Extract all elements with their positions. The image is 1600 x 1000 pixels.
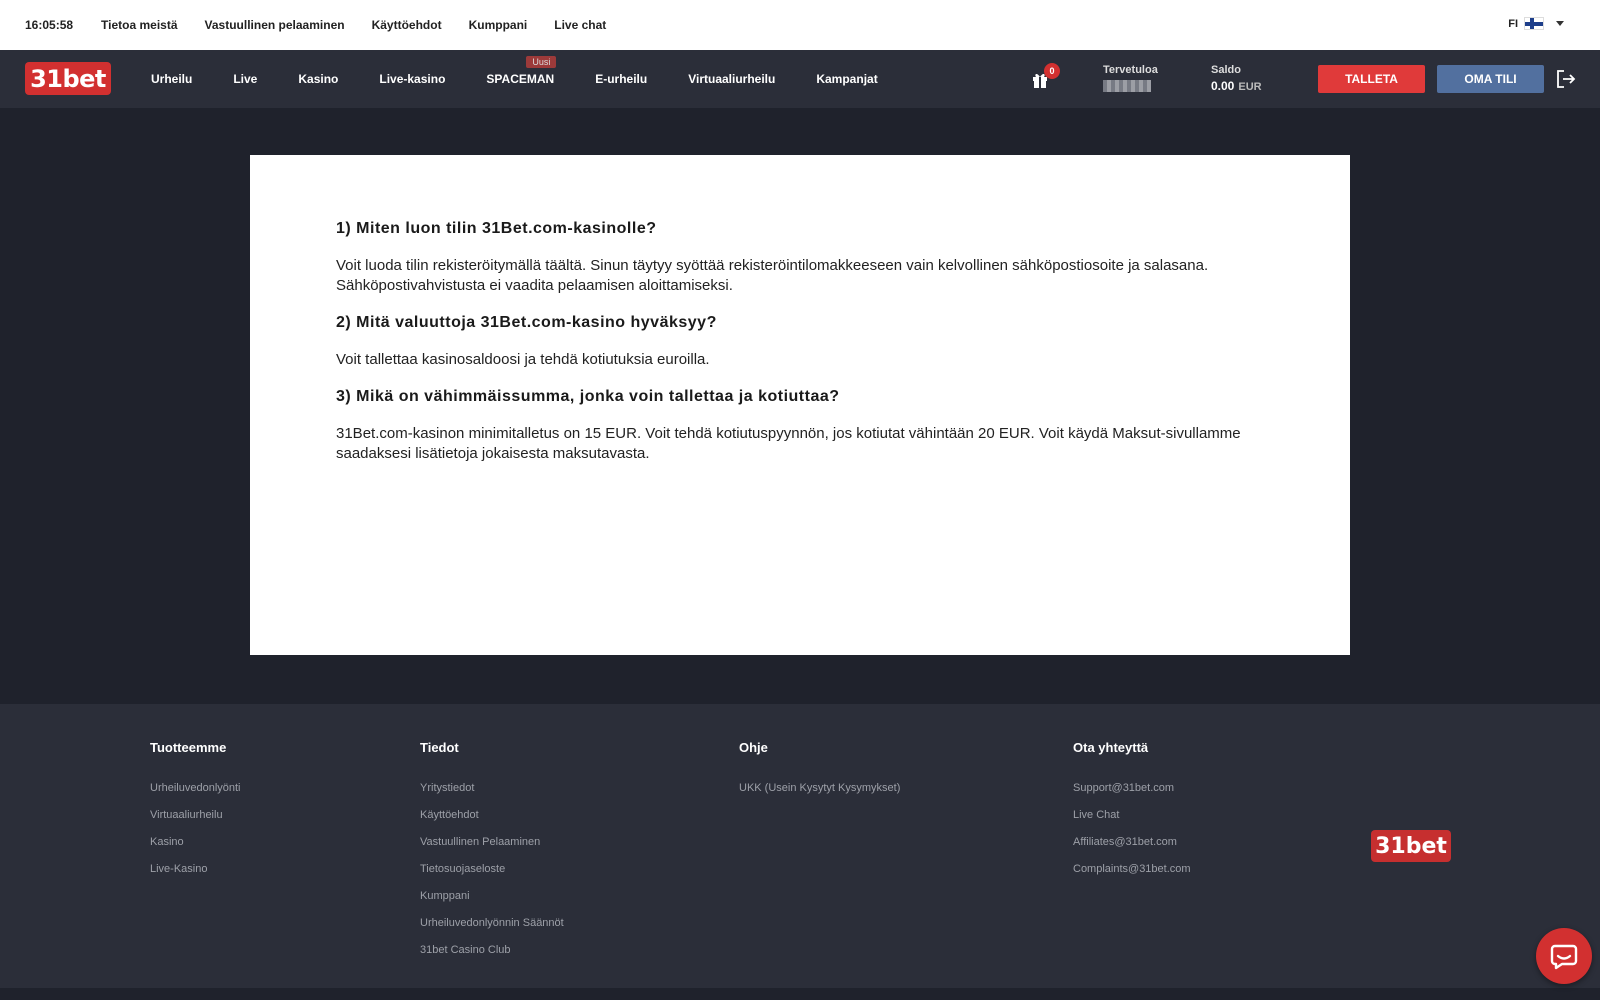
top-utility-bar: 16:05:58 Tietoa meistä Vastuullinen pela… <box>0 0 1600 50</box>
faq-answer-2: Voit tallettaa kasinosaldoosi ja tehdä k… <box>336 351 710 368</box>
language-code: FI <box>1508 17 1518 30</box>
footer-col-title: Ohje <box>739 740 768 755</box>
bottom-strip <box>0 988 1600 1000</box>
footer-link[interactable]: Kasino <box>150 836 241 848</box>
balance-block: Saldo 0.00 EUR <box>1211 64 1262 93</box>
chevron-down-icon <box>1556 21 1564 26</box>
balance-label: Saldo <box>1211 64 1241 76</box>
footer-link[interactable]: Urheiluvedonlyönti <box>150 782 241 794</box>
footer-link[interactable]: UKK (Usein Kysytyt Kysymykset) <box>739 782 900 794</box>
nav-item-casino[interactable]: Kasino <box>298 72 338 86</box>
footer-link[interactable]: Complaints@31bet.com <box>1073 863 1191 875</box>
deposit-button[interactable]: TALLETA <box>1318 65 1425 93</box>
footer-link[interactable]: Virtuaaliurheilu <box>150 809 241 821</box>
main-nav: 31bet Urheilu Live Kasino Live-kasino Uu… <box>0 50 1600 108</box>
footer-link[interactable]: Yritystiedot <box>420 782 564 794</box>
toplink-live-chat[interactable]: Live chat <box>554 18 606 32</box>
footer: Tuotteemme Urheiluvedonlyönti Virtuaaliu… <box>0 704 1600 988</box>
footer-link[interactable]: Vastuullinen Pelaaminen <box>420 836 564 848</box>
new-badge: Uusi <box>526 56 557 68</box>
toplink-terms[interactable]: Käyttöehdot <box>372 18 442 32</box>
language-selector[interactable]: FI <box>1508 17 1564 30</box>
toplink-partner[interactable]: Kumppani <box>469 18 528 32</box>
flag-fi-icon <box>1524 17 1544 30</box>
gift-count-badge: 0 <box>1044 63 1060 79</box>
footer-link[interactable]: Tietosuojaseloste <box>420 863 564 875</box>
toplink-about[interactable]: Tietoa meistä <box>101 18 177 32</box>
clock: 16:05:58 <box>25 18 74 32</box>
footer-link[interactable]: Live Chat <box>1073 809 1191 821</box>
footer-col-title: Tuotteemme <box>150 740 227 755</box>
footer-link[interactable]: 31bet Casino Club <box>420 944 564 956</box>
logout-icon[interactable] <box>1556 70 1576 88</box>
footer-logo[interactable]: 31bet <box>1371 830 1451 862</box>
faq-question-2: 2) Mitä valuuttoja 31Bet.com-kasino hyvä… <box>336 314 717 331</box>
chat-icon <box>1550 944 1578 970</box>
nav-item-virtual-sports[interactable]: Virtuaaliurheilu <box>688 72 775 86</box>
balance-amount: 0.00 EUR <box>1211 79 1262 93</box>
footer-col-title: Tiedot <box>420 740 459 755</box>
faq-question-1: 1) Miten luon tilin 31Bet.com-kasinolle? <box>336 220 657 237</box>
username-blurred <box>1103 80 1151 92</box>
nav-item-promotions[interactable]: Kampanjat <box>816 72 877 86</box>
faq-answer-3: 31Bet.com-kasinon minimitalletus on 15 E… <box>336 425 1241 462</box>
footer-col-products: Tuotteemme Urheiluvedonlyönti Virtuaaliu… <box>150 740 241 890</box>
footer-link[interactable]: Affiliates@31bet.com <box>1073 836 1191 848</box>
welcome-label: Tervetuloa <box>1103 64 1158 76</box>
welcome-block: Tervetuloa <box>1103 64 1158 92</box>
nav-item-sports[interactable]: Urheilu <box>151 72 192 86</box>
faq-card: 1) Miten luon tilin 31Bet.com-kasinolle?… <box>250 155 1350 655</box>
balance-currency: EUR <box>1238 81 1262 93</box>
live-chat-button[interactable] <box>1536 928 1592 984</box>
faq-question-3: 3) Mikä on vähimmäissumma, jonka voin ta… <box>336 388 840 405</box>
footer-link[interactable]: Live-Kasino <box>150 863 241 875</box>
footer-col-info: Tiedot Yritystiedot Käyttöehdot Vastuull… <box>420 740 564 971</box>
footer-link[interactable]: Urheiluvedonlyönnin Säännöt <box>420 917 564 929</box>
faq-answer-1: Voit luoda tilin rekisteröitymällä täält… <box>336 257 1209 294</box>
nav-items: Urheilu Live Kasino Live-kasino Uusi SPA… <box>151 50 919 108</box>
nav-item-esports[interactable]: E-urheilu <box>595 72 647 86</box>
footer-link[interactable]: Kumppani <box>420 890 564 902</box>
balance-value: 0.00 <box>1211 79 1235 93</box>
footer-col-contact: Ota yhteyttä Support@31bet.com Live Chat… <box>1073 740 1191 890</box>
footer-col-help: Ohje UKK (Usein Kysytyt Kysymykset) <box>739 740 900 809</box>
nav-item-spaceman-label: SPACEMAN <box>486 72 555 86</box>
toplink-responsible-gaming[interactable]: Vastuullinen pelaaminen <box>205 18 345 32</box>
nav-item-live[interactable]: Live <box>233 72 257 86</box>
nav-item-spaceman[interactable]: Uusi SPACEMAN <box>486 56 557 86</box>
footer-link[interactable]: Käyttöehdot <box>420 809 564 821</box>
my-account-button[interactable]: OMA TILI <box>1437 65 1544 93</box>
nav-item-live-casino[interactable]: Live-kasino <box>379 72 445 86</box>
brand-logo[interactable]: 31bet <box>25 62 111 95</box>
footer-col-title: Ota yhteyttä <box>1073 740 1149 755</box>
footer-link[interactable]: Support@31bet.com <box>1073 782 1191 794</box>
